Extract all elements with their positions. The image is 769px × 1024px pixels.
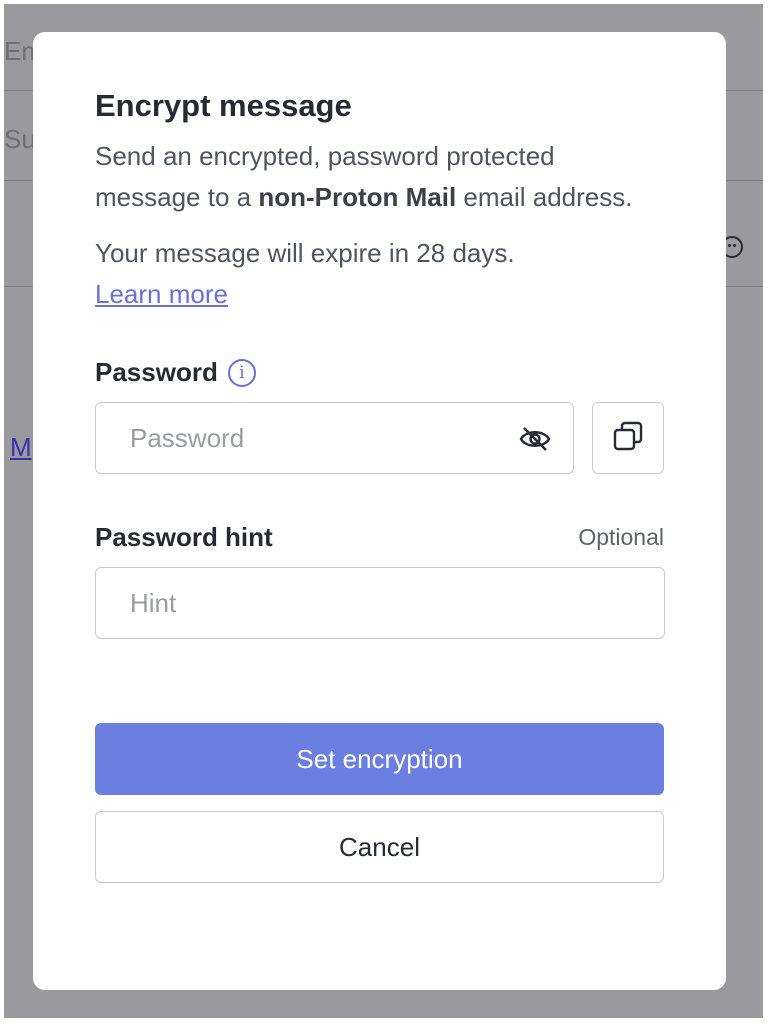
- password-input[interactable]: [96, 403, 574, 473]
- optional-label: Optional: [578, 524, 664, 550]
- password-label: Password: [95, 357, 218, 387]
- copy-icon: [613, 421, 643, 456]
- bg-subject-fragment: Su: [4, 124, 36, 154]
- hint-label: Password hint: [95, 522, 273, 552]
- cancel-button[interactable]: Cancel: [95, 811, 664, 883]
- modal-description: Send an encrypted, password protected me…: [95, 136, 664, 218]
- encrypt-message-modal: Encrypt message Send an encrypted, passw…: [33, 32, 726, 990]
- hint-section: Password hint Optional: [95, 522, 665, 639]
- hint-input[interactable]: [96, 568, 664, 638]
- set-encryption-button[interactable]: Set encryption: [95, 723, 664, 795]
- hint-label-row: Password hint Optional: [95, 522, 664, 553]
- bg-link-fragment: M: [10, 432, 32, 462]
- description-bold: non-Proton Mail: [258, 182, 457, 212]
- learn-more-link[interactable]: Learn more: [95, 274, 228, 315]
- password-section: Password i: [95, 357, 664, 474]
- eye-slash-icon[interactable]: [519, 425, 551, 453]
- description-text-end: email address.: [456, 182, 633, 212]
- modal-title: Encrypt message: [95, 88, 352, 123]
- info-icon[interactable]: i: [227, 358, 256, 387]
- copy-button[interactable]: [592, 402, 664, 474]
- password-field: [95, 402, 575, 474]
- modal-actions: Set encryption Cancel: [95, 723, 664, 883]
- hint-field: [95, 567, 665, 639]
- expiry-text: Your message will expire in 28 days.: [95, 238, 515, 268]
- password-label-row: Password i: [95, 357, 664, 388]
